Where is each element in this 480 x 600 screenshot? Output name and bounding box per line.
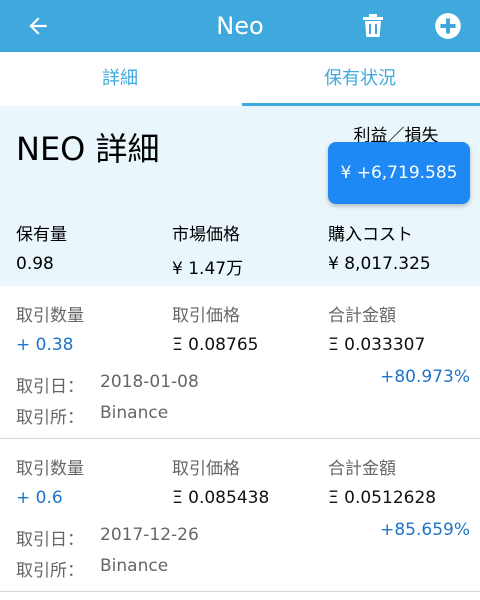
quantity-value: + 0.38 — [16, 335, 74, 355]
exchange-label: 取引所： — [16, 561, 84, 581]
price-label: 取引価格 — [172, 459, 240, 479]
quantity-value: + 0.6 — [16, 488, 63, 508]
purchase-cost-value: ¥ 8,017.325 — [328, 254, 431, 274]
transaction-item[interactable]: 取引数量 + 0.38 取引価格 Ξ 0.08765 合計金額 Ξ 0.0333… — [0, 286, 480, 438]
quantity-label: 取引数量 — [16, 306, 84, 326]
market-price-label: 市場価格 — [172, 225, 240, 245]
price-label: 取引価格 — [172, 306, 240, 326]
holding-label: 保有量 — [16, 225, 67, 245]
coin-detail-title: NEO 詳細 — [16, 130, 160, 168]
divider — [0, 591, 480, 592]
plus-circle-icon — [435, 13, 461, 39]
delete-button[interactable] — [355, 8, 391, 44]
exchange-value: Binance — [100, 556, 169, 576]
profit-loss-value[interactable]: ¥ +6,719.585 — [328, 142, 470, 204]
page-title: Neo — [216, 12, 264, 40]
tab-details[interactable]: 詳細 — [0, 52, 240, 106]
purchase-cost-label: 購入コスト — [328, 225, 413, 245]
tab-bar: 詳細 保有状況 — [0, 52, 480, 106]
change-percent: +80.973% — [380, 367, 470, 387]
change-percent: +85.659% — [380, 520, 470, 540]
date-label: 取引日： — [16, 377, 84, 397]
trash-icon — [363, 14, 383, 37]
exchange-label: 取引所： — [16, 408, 84, 428]
date-label: 取引日： — [16, 530, 84, 550]
total-value: Ξ 0.033307 — [328, 335, 426, 355]
total-label: 合計金額 — [328, 459, 396, 479]
exchange-value: Binance — [100, 403, 169, 423]
date-value: 2018-01-08 — [100, 372, 199, 392]
price-value: Ξ 0.085438 — [172, 488, 270, 508]
add-button[interactable] — [430, 8, 466, 44]
total-label: 合計金額 — [328, 306, 396, 326]
total-value: Ξ 0.0512628 — [328, 488, 437, 508]
price-value: Ξ 0.08765 — [172, 335, 259, 355]
quantity-label: 取引数量 — [16, 459, 84, 479]
transaction-item[interactable]: 取引数量 + 0.6 取引価格 Ξ 0.085438 合計金額 Ξ 0.0512… — [0, 439, 480, 591]
market-price-value: ¥ 1.47万 — [172, 259, 244, 279]
date-value: 2017-12-26 — [100, 525, 199, 545]
tab-holdings[interactable]: 保有状況 — [240, 52, 480, 106]
app-bar: Neo — [0, 0, 480, 52]
holding-value: 0.98 — [16, 254, 54, 274]
